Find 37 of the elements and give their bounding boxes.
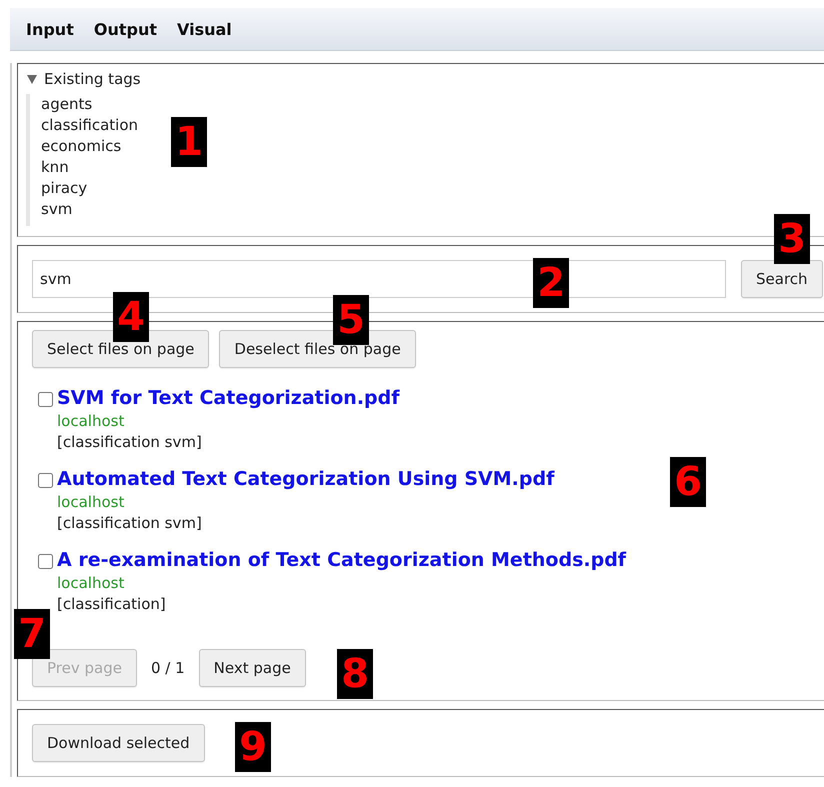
expand-triangle-icon[interactable]	[26, 73, 38, 85]
callout-number: 8	[337, 649, 373, 699]
file-host: localhost	[57, 492, 124, 513]
callout-number: 3	[774, 214, 810, 264]
next-page-button[interactable]: Next page	[198, 649, 306, 687]
tag-item: piracy	[41, 178, 88, 199]
download-button[interactable]: Download selected	[32, 724, 205, 762]
file-tags: [classification]	[57, 594, 166, 615]
page-counter: 0 / 1	[150, 659, 186, 677]
file-link[interactable]: A re-examination of Text Categorization Methods.pdf	[57, 548, 626, 573]
callout-number: 1	[171, 117, 207, 167]
callout-number: 2	[533, 258, 569, 308]
callout-number: 7	[14, 609, 50, 659]
menu-item[interactable]: Output	[84, 20, 167, 38]
file-checkbox[interactable]	[38, 473, 53, 488]
file-link[interactable]: Automated Text Categorization Using SVM.pdf	[57, 467, 554, 492]
callout-number: 9	[235, 722, 271, 772]
tag-item: agents	[41, 94, 92, 115]
select-files-button[interactable]: Select files on page	[32, 330, 210, 368]
tag-item: svm	[41, 199, 72, 220]
tag-item: classification	[41, 115, 138, 136]
menu-item[interactable]: Input	[16, 20, 84, 38]
tag-item: knn	[41, 157, 69, 178]
file-link[interactable]: SVM for Text Categorization.pdf	[57, 386, 400, 411]
file-checkbox[interactable]	[38, 392, 53, 407]
tag-item: economics	[41, 136, 122, 157]
file-tags: [classification svm]	[57, 513, 202, 534]
file-checkbox[interactable]	[38, 554, 53, 569]
file-host: localhost	[57, 573, 124, 594]
search-button[interactable]: Search	[741, 260, 823, 298]
callout-number: 5	[333, 295, 369, 345]
file-host: localhost	[57, 411, 124, 432]
file-tags: [classification svm]	[57, 432, 202, 453]
section-title[interactable]: Existing tags	[44, 70, 141, 88]
callout-number: 4	[113, 292, 149, 342]
menu-item[interactable]: Visual	[166, 20, 242, 38]
callout-number: 6	[670, 457, 706, 507]
